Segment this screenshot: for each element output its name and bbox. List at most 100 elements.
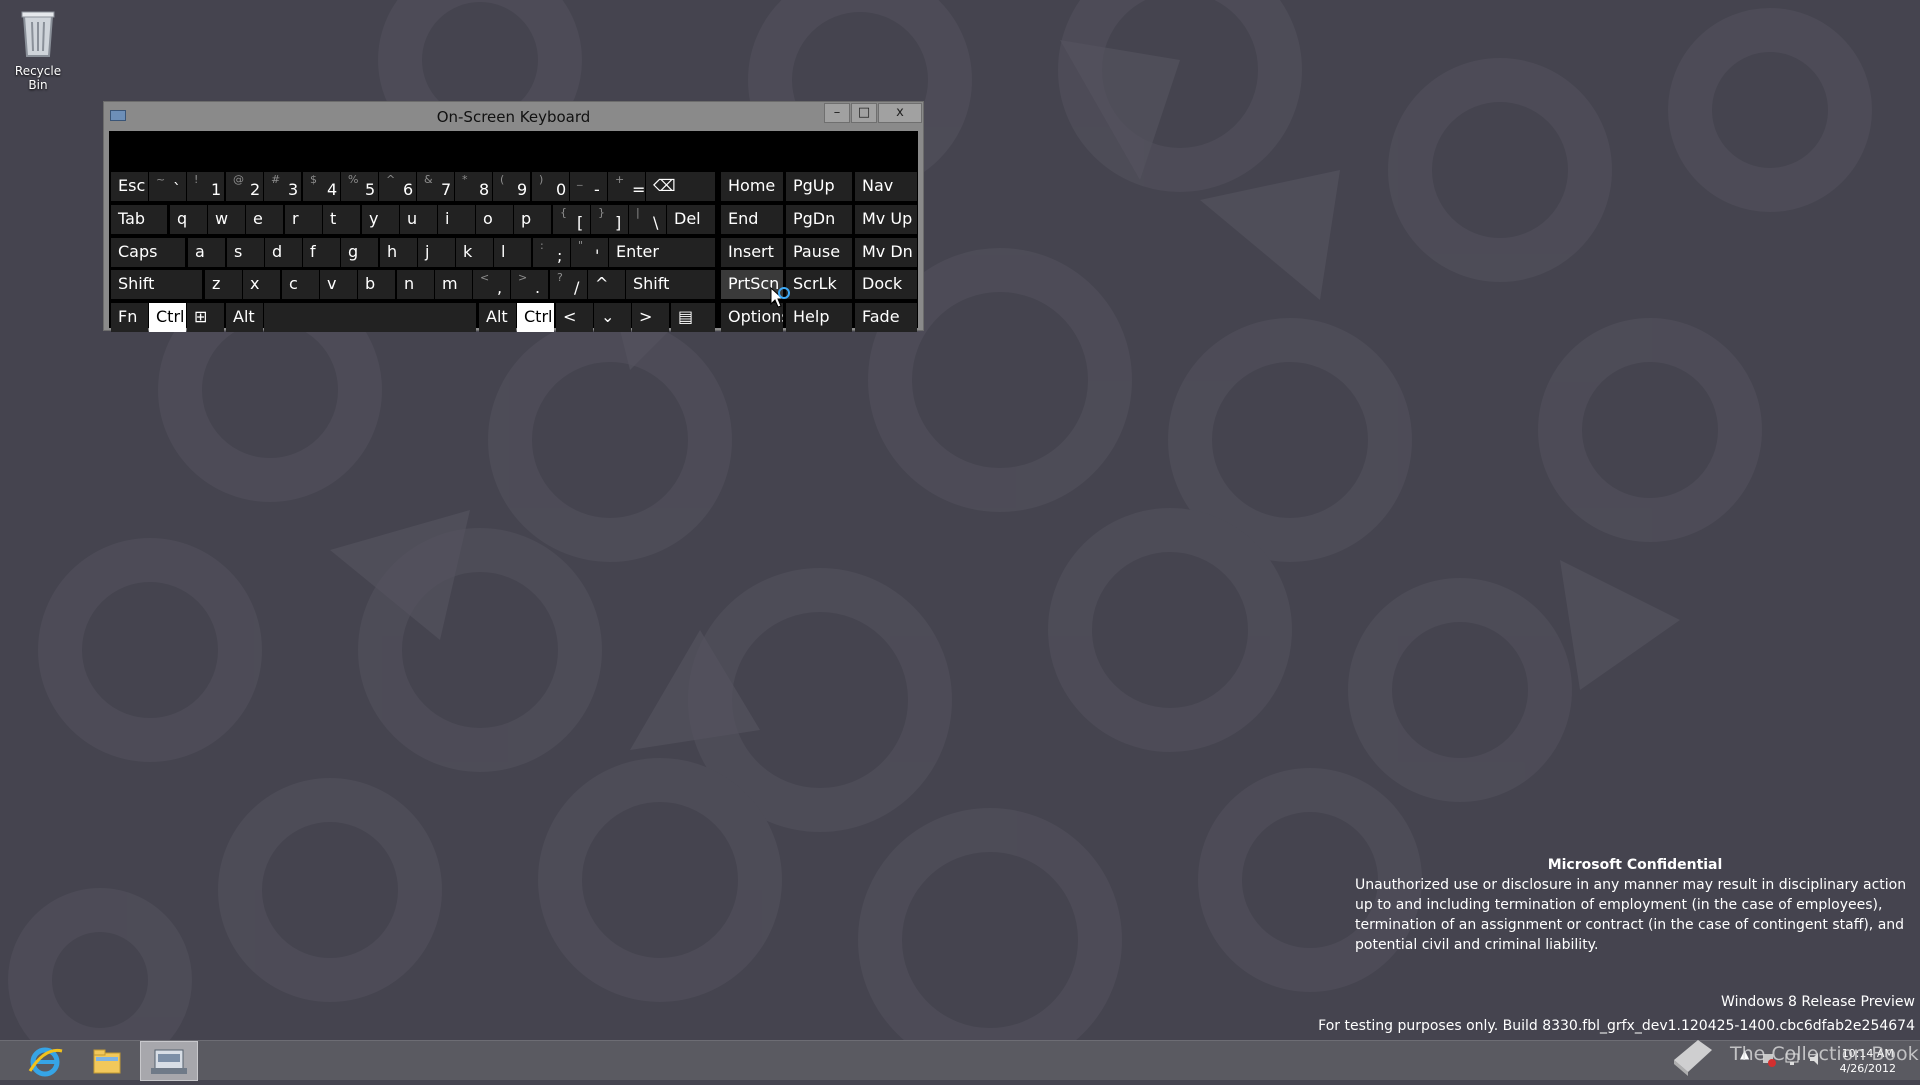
key-main-label: 0: [556, 180, 567, 199]
key-0-0-11[interactable]: ) 0: [532, 172, 569, 201]
key-shift-label: }: [598, 206, 605, 219]
key-g-2-5[interactable]: g: [341, 238, 378, 267]
key-shift-3-12[interactable]: Shift: [626, 270, 715, 299]
key-k-2-8[interactable]: k: [456, 238, 493, 267]
key-blank-3-11[interactable]: ^: [588, 270, 625, 299]
key-blank-0-1[interactable]: ~ `: [149, 172, 186, 201]
key-t-1-5[interactable]: t: [323, 205, 360, 234]
nav-key-pause[interactable]: Pause: [786, 238, 852, 267]
key-o-1-9[interactable]: o: [476, 205, 513, 234]
key-main-label: 1: [211, 180, 222, 199]
key-blank-3-8[interactable]: <,: [473, 270, 510, 299]
folder-icon: [93, 1049, 121, 1074]
key-label: d: [272, 242, 283, 261]
key-6-0-7[interactable]: ^ 6: [379, 172, 416, 201]
key-blank-1-11[interactable]: {[: [553, 205, 590, 234]
nav-key-mv-up[interactable]: Mv Up: [855, 205, 917, 234]
taskbar-internet-explorer[interactable]: [16, 1041, 74, 1081]
taskbar-file-explorer[interactable]: [78, 1041, 136, 1081]
key-h-2-6[interactable]: h: [380, 238, 417, 267]
key-caps-2-0[interactable]: Caps: [111, 238, 185, 267]
key-c-3-3[interactable]: c: [282, 270, 319, 299]
key-3-0-4[interactable]: #3: [264, 172, 301, 201]
key-shift-3-0[interactable]: Shift: [111, 270, 202, 299]
close-button[interactable]: x: [878, 103, 922, 123]
key-backslash-1-13[interactable]: | \: [629, 205, 666, 234]
key-label: j: [425, 242, 430, 261]
key-8-0-9[interactable]: * 8: [455, 172, 492, 201]
key-enter-2-12[interactable]: Enter: [609, 238, 715, 267]
key-4-0-5[interactable]: $4: [303, 172, 340, 201]
nav-key-pgdn[interactable]: PgDn: [786, 205, 852, 234]
spacebar-key[interactable]: [264, 303, 476, 332]
key-alt-4-5[interactable]: Alt: [479, 303, 516, 332]
key-fn-4-0[interactable]: Fn: [111, 303, 148, 332]
key-alt-4-3[interactable]: Alt: [226, 303, 263, 332]
key-blank-2-10[interactable]: :;: [533, 238, 570, 267]
key-shift-label: ): [539, 173, 544, 186]
title-bar[interactable]: On-Screen Keyboard – □ x: [104, 102, 923, 130]
key-tab-1-0[interactable]: Tab: [111, 205, 167, 234]
key-b-3-5[interactable]: b: [358, 270, 395, 299]
key-y-1-6[interactable]: y: [362, 205, 399, 234]
key-z-3-1[interactable]: z: [205, 270, 242, 299]
key-d-2-3[interactable]: d: [265, 238, 302, 267]
nav-key-pgup[interactable]: PgUp: [786, 172, 852, 201]
key-r-1-4[interactable]: r: [285, 205, 322, 234]
recycle-bin-shortcut[interactable]: Recycle Bin: [4, 6, 72, 92]
key-blank-1-12[interactable]: }]: [591, 205, 628, 234]
key-shift-label: $: [310, 173, 317, 186]
key-m-3-7[interactable]: m: [435, 270, 472, 299]
nav-key-home[interactable]: Home: [721, 172, 783, 201]
key-w-1-2[interactable]: w: [208, 205, 245, 234]
key-v-3-4[interactable]: v: [320, 270, 357, 299]
key-blank-0-13[interactable]: + =: [608, 172, 645, 201]
key-p-1-10[interactable]: p: [514, 205, 551, 234]
key-q-1-1[interactable]: q: [170, 205, 207, 234]
key-s-2-2[interactable]: s: [227, 238, 264, 267]
nav-key-nav[interactable]: Nav: [855, 172, 917, 201]
key-blank-4-2[interactable]: ⊞: [187, 303, 224, 332]
key-label: g: [348, 242, 359, 261]
key-blank-0-12[interactable]: _ -: [570, 172, 607, 201]
key-blank-2-11[interactable]: " ': [571, 238, 608, 267]
key-main-label: \: [653, 213, 659, 232]
key-x-3-2[interactable]: x: [243, 270, 280, 299]
key-ctrl-4-6[interactable]: Ctrl: [517, 303, 554, 332]
key-blank-0-14[interactable]: ⌫: [646, 172, 715, 201]
key-2-0-3[interactable]: @2: [226, 172, 263, 201]
key-a-2-1[interactable]: a: [188, 238, 225, 267]
key-e-1-3[interactable]: e: [246, 205, 283, 234]
nav-key-insert[interactable]: Insert: [721, 238, 783, 267]
taskbar-on-screen-keyboard[interactable]: [140, 1041, 198, 1081]
key-blank-4-9[interactable]: >: [632, 303, 669, 332]
key-blank-3-10[interactable]: ? /: [550, 270, 587, 299]
key-1-0-2[interactable]: ! 1: [187, 172, 224, 201]
key-blank-4-8[interactable]: ⌄: [594, 303, 631, 332]
key-u-1-7[interactable]: u: [400, 205, 437, 234]
key-label: r: [292, 209, 299, 228]
nav-key-mv-dn[interactable]: Mv Dn: [855, 238, 917, 267]
key-label: Enter: [616, 242, 659, 261]
key-f-2-4[interactable]: f: [303, 238, 340, 267]
key-l-2-9[interactable]: l: [494, 238, 531, 267]
key-i-1-8[interactable]: i: [438, 205, 475, 234]
key-blank-4-7[interactable]: <: [556, 303, 593, 332]
nav-key-end[interactable]: End: [721, 205, 783, 234]
nav-key-fade[interactable]: Fade: [855, 303, 917, 332]
minimize-button[interactable]: –: [824, 103, 850, 123]
key-blank-3-9[interactable]: >.: [511, 270, 548, 299]
key-9-0-10[interactable]: (9: [493, 172, 530, 201]
brand-watermark: The Collection Book: [1730, 1043, 1919, 1065]
key-blank-4-10[interactable]: ▤: [671, 303, 715, 332]
key-esc-0-0[interactable]: Esc: [111, 172, 148, 201]
key-5-0-6[interactable]: % 5: [341, 172, 378, 201]
build-string-text: For testing purposes only. Build 8330.fb…: [1318, 1018, 1915, 1034]
key-ctrl-4-1[interactable]: Ctrl: [149, 303, 186, 332]
key-j-2-7[interactable]: j: [418, 238, 455, 267]
key-del-1-14[interactable]: Del: [667, 205, 715, 234]
key-7-0-8[interactable]: & 7: [417, 172, 454, 201]
key-n-3-6[interactable]: n: [397, 270, 434, 299]
maximize-button[interactable]: □: [851, 103, 877, 123]
nav-key-dock[interactable]: Dock: [855, 270, 917, 299]
